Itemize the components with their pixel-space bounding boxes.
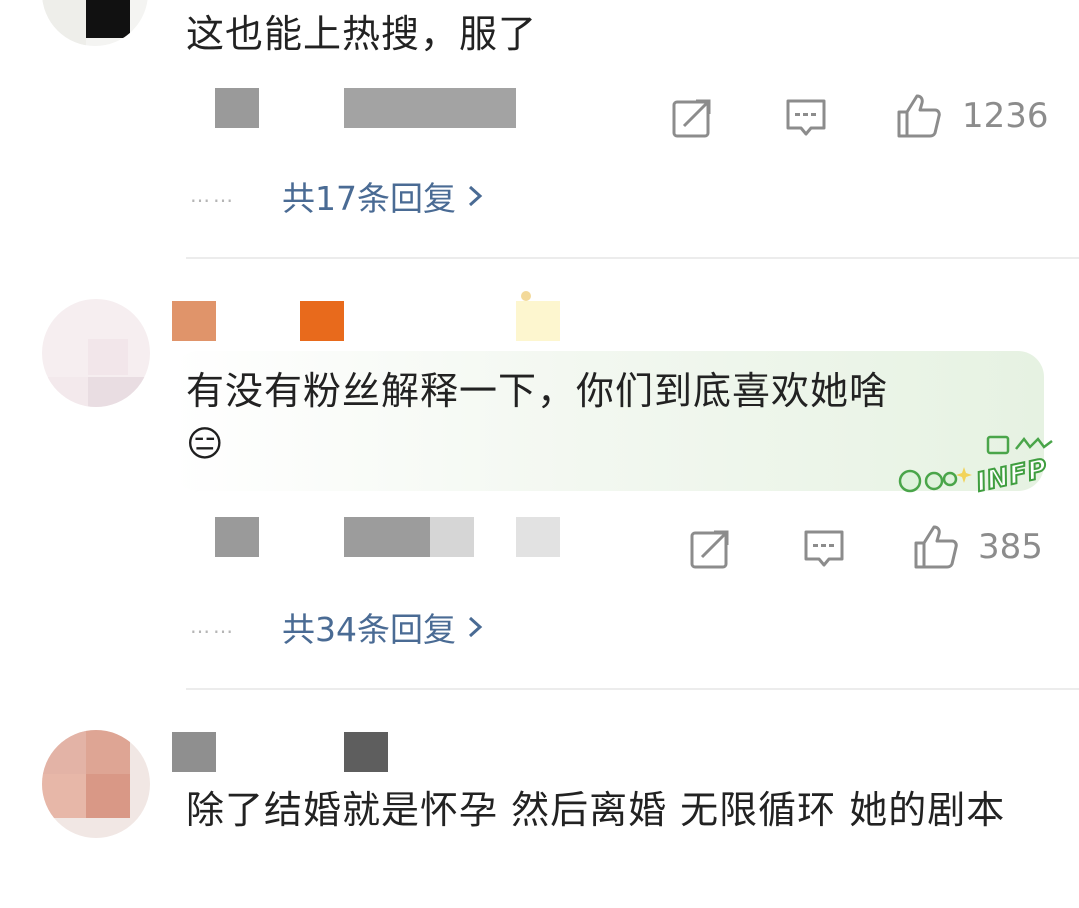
chevron-right-icon <box>468 616 483 638</box>
emoji-expressionless: 😑 <box>186 424 224 465</box>
avatar[interactable] <box>42 730 150 838</box>
user-badge-blurred <box>300 301 344 341</box>
comment-2: 有没有粉丝解释一下，你们到底喜欢她啥 😑 INFP 385 …… 共34条回复 <box>0 259 1079 689</box>
reply-dots: …… <box>190 183 236 207</box>
like-count: 1236 <box>962 96 1049 136</box>
comment-meta-blurred <box>215 88 259 128</box>
comment-meta-blurred <box>516 517 560 557</box>
comment-1: 这也能上热搜，服了 1236 …… 共17条回复 <box>0 0 1079 258</box>
reply-dots: …… <box>190 614 236 638</box>
avatar[interactable] <box>42 299 150 407</box>
comment-3: 除了结婚就是怀孕 然后离婚 无限循环 她的剧本 <box>0 690 1079 908</box>
view-replies-label: 共17条回复 <box>282 179 456 218</box>
comment-icon[interactable] <box>784 96 828 140</box>
comment-text: 有没有粉丝解释一下，你们到底喜欢她啥 <box>186 369 889 413</box>
username-blurred[interactable] <box>172 301 216 341</box>
share-icon[interactable] <box>688 527 732 571</box>
comment-meta-blurred <box>344 517 430 557</box>
comment-icon[interactable] <box>802 527 846 571</box>
comment-meta-blurred <box>344 88 516 128</box>
comment-text: 除了结婚就是怀孕 然后离婚 无限循环 她的剧本 <box>186 788 1006 832</box>
avatar[interactable] <box>42 0 148 46</box>
view-replies-link[interactable]: 共17条回复 <box>282 172 486 220</box>
share-icon[interactable] <box>670 96 714 140</box>
user-badge-blurred <box>344 732 388 772</box>
comment-text: 这也能上热搜，服了 <box>186 12 538 56</box>
view-replies-label: 共34条回复 <box>282 610 456 649</box>
comment-meta-blurred <box>215 517 259 557</box>
thumbs-up-icon[interactable] <box>895 92 943 140</box>
thumbs-up-icon[interactable] <box>912 523 960 571</box>
comment-meta-blurred <box>430 517 474 557</box>
like-count: 385 <box>978 527 1043 567</box>
view-replies-link[interactable]: 共34条回复 <box>282 603 486 651</box>
username-blurred[interactable] <box>172 732 216 772</box>
chevron-right-icon <box>468 185 483 207</box>
user-badge-blurred <box>516 301 560 341</box>
badge-pin-icon <box>521 291 531 301</box>
